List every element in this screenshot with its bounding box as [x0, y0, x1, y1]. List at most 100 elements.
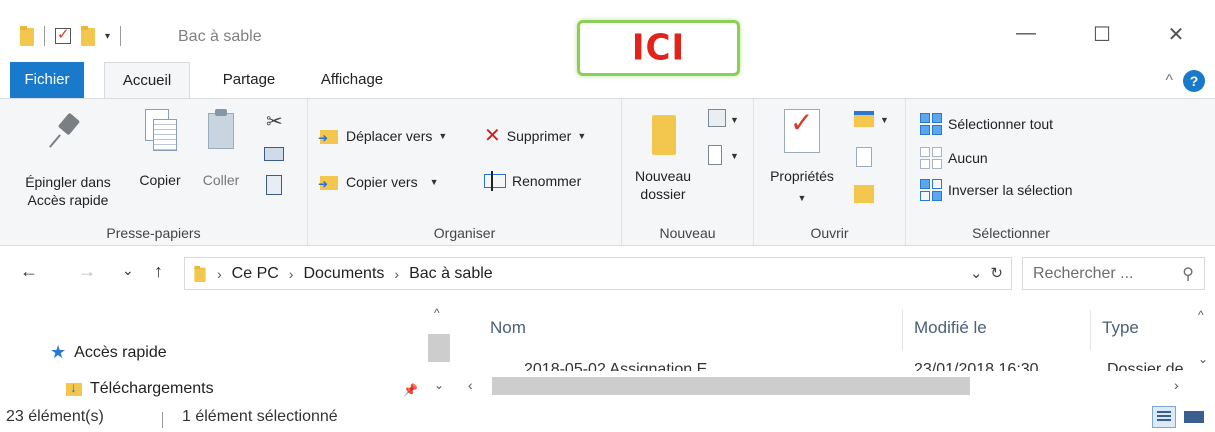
file-list-horizontal-scrollbar[interactable]: ‹ ›: [462, 375, 1192, 397]
scroll-left-arrow-icon[interactable]: ‹: [468, 377, 473, 393]
pin-quick-access-button[interactable]: Épingler dans Accès rapide: [16, 111, 120, 209]
up-arrow-icon[interactable]: ↑: [154, 261, 163, 282]
new-folder-label-2: dossier: [640, 186, 686, 202]
select-none-icon: [920, 147, 942, 169]
nav-item-quick-access[interactable]: ★ Accès rapide: [50, 342, 167, 363]
close-button[interactable]: ✕: [1158, 22, 1194, 47]
easy-access-icon[interactable]: [708, 145, 722, 165]
customize-toolbar-dropdown-icon[interactable]: ▾: [105, 31, 110, 42]
breadcrumb-bac-a-sable[interactable]: Bac à sable: [409, 265, 493, 283]
breadcrumb-separator-icon[interactable]: ›: [217, 266, 222, 282]
open-icon[interactable]: [854, 111, 874, 127]
column-divider[interactable]: [902, 310, 903, 350]
nav-item-downloads[interactable]: Téléchargements: [66, 379, 214, 398]
scroll-down-arrow-icon[interactable]: ⌄: [434, 378, 444, 392]
details-view-icon[interactable]: [1152, 406, 1176, 428]
history-icon[interactable]: [854, 185, 874, 203]
edit-icon[interactable]: [856, 147, 872, 167]
new-item-icon[interactable]: [708, 109, 726, 127]
new-folder-large-icon: [648, 111, 678, 155]
rename-icon: [484, 171, 506, 191]
tab-fichier[interactable]: Fichier: [10, 62, 84, 98]
scroll-up-arrow-icon[interactable]: ^: [1198, 308, 1204, 322]
selection-count: 1 élément sélectionné: [182, 408, 338, 425]
large-icons-view-icon[interactable]: [1182, 406, 1206, 428]
invert-selection-icon: [920, 179, 942, 201]
new-folder-icon[interactable]: [81, 26, 95, 46]
copy-to-dropdown-icon: ▼: [429, 177, 439, 187]
delete-label: Supprimer: [506, 127, 572, 144]
toolbar-separator: [44, 26, 45, 46]
table-row[interactable]: 2018-05-02 Assignation E... 23/01/2018 1…: [502, 361, 1202, 371]
column-header-type[interactable]: Type: [1102, 318, 1139, 338]
paste-label: Coller: [202, 172, 240, 188]
horizontal-scroll-thumb[interactable]: [492, 377, 970, 395]
column-divider[interactable]: [1090, 310, 1091, 350]
search-placeholder: Rechercher ...: [1033, 264, 1134, 282]
breadcrumb-separator-icon[interactable]: ›: [289, 266, 294, 282]
move-to-icon: [318, 127, 340, 145]
copy-button[interactable]: Copier: [134, 107, 186, 189]
cut-scissors-icon[interactable]: ✂: [266, 109, 283, 134]
scroll-down-arrow-icon[interactable]: ⌄: [1198, 352, 1208, 366]
tab-partage[interactable]: Partage: [206, 62, 292, 98]
pinned-icon[interactable]: 📌: [403, 383, 418, 397]
forward-arrow-icon[interactable]: →: [78, 261, 96, 282]
copy-to-button[interactable]: Copier vers ▼: [318, 173, 439, 191]
group-selectionner: Sélectionner tout Aucun Inverser la séle…: [906, 99, 1116, 245]
properties-check-icon[interactable]: [55, 25, 71, 44]
copy-label: Copier: [139, 172, 181, 188]
status-bar: 23 élément(s) 1 élément sélectionné: [0, 404, 1215, 432]
rename-button[interactable]: Renommer: [484, 171, 581, 191]
address-bar[interactable]: › Ce PC › Documents › Bac à sable ⌄ ↻: [184, 257, 1012, 290]
refresh-icon[interactable]: ↻: [990, 264, 1003, 282]
group-organiser: Déplacer vers ▼ ✕ Supprimer ▼ Copier ver…: [308, 99, 622, 245]
search-box[interactable]: Rechercher ... ⚲: [1022, 257, 1205, 290]
properties-button[interactable]: Propriétés ▼: [760, 109, 844, 207]
status-separator: [162, 412, 163, 428]
group-label-presse-papiers: Presse-papiers: [106, 225, 201, 241]
copy-to-label: Copier vers: [346, 174, 418, 190]
file-name: 2018-05-02 Assignation E...: [524, 361, 721, 371]
new-item-dropdown-icon[interactable]: ▼: [730, 115, 739, 125]
column-header-name[interactable]: Nom: [490, 318, 526, 338]
breadcrumb-ce-pc[interactable]: Ce PC: [232, 265, 279, 283]
nav-pane-scroll-thumb[interactable]: [428, 334, 450, 362]
search-icon[interactable]: ⚲: [1182, 264, 1194, 284]
invert-selection-label: Inverser la sélection: [948, 182, 1073, 198]
copy-to-icon: [318, 173, 340, 191]
delete-dropdown-icon: ▼: [577, 130, 587, 141]
maximize-button[interactable]: ☐: [1084, 22, 1120, 47]
tab-affichage[interactable]: Affichage: [304, 62, 400, 98]
navigation-bar: ← → ⌄ ↑ › Ce PC › Documents › Bac à sabl…: [0, 250, 1215, 296]
folder-icon[interactable]: [20, 26, 34, 46]
breadcrumb-separator-icon[interactable]: ›: [394, 266, 399, 282]
move-to-label: Déplacer vers: [346, 128, 433, 144]
tab-accueil[interactable]: Accueil: [104, 62, 190, 99]
back-arrow-icon[interactable]: ←: [20, 261, 38, 282]
delete-button[interactable]: ✕ Supprimer ▼: [484, 123, 586, 148]
breadcrumb-documents[interactable]: Documents: [303, 265, 384, 283]
scroll-up-arrow-icon[interactable]: ^: [434, 306, 440, 320]
address-dropdown-chevron-icon[interactable]: ⌄: [970, 264, 983, 282]
new-folder-button[interactable]: Nouveau dossier: [626, 111, 700, 203]
select-all-icon: [920, 113, 942, 135]
invert-selection-button[interactable]: Inverser la sélection: [920, 179, 1073, 201]
select-all-button[interactable]: Sélectionner tout: [920, 113, 1053, 135]
address-folder-icon: [194, 265, 206, 282]
recent-locations-chevron-icon[interactable]: ⌄: [122, 262, 134, 279]
easy-access-dropdown-icon[interactable]: ▼: [730, 151, 739, 161]
help-icon[interactable]: ?: [1183, 70, 1205, 92]
copy-path-icon[interactable]: [264, 147, 284, 161]
select-none-button[interactable]: Aucun: [920, 147, 988, 169]
nav-pane-scrollbar[interactable]: ^ ⌄: [428, 306, 450, 396]
minimize-button[interactable]: —: [1008, 22, 1044, 47]
paste-shortcut-icon[interactable]: [266, 175, 282, 195]
collapse-ribbon-icon[interactable]: ^: [1165, 72, 1173, 90]
move-to-button[interactable]: Déplacer vers ▼: [318, 127, 447, 145]
file-list-vertical-scrollbar[interactable]: ^ ⌄: [1192, 302, 1215, 374]
column-header-modified[interactable]: Modifié le: [914, 318, 987, 338]
scroll-right-arrow-icon[interactable]: ›: [1174, 377, 1179, 393]
open-dropdown-icon[interactable]: ▼: [880, 115, 889, 125]
paste-button[interactable]: Coller: [196, 107, 246, 189]
